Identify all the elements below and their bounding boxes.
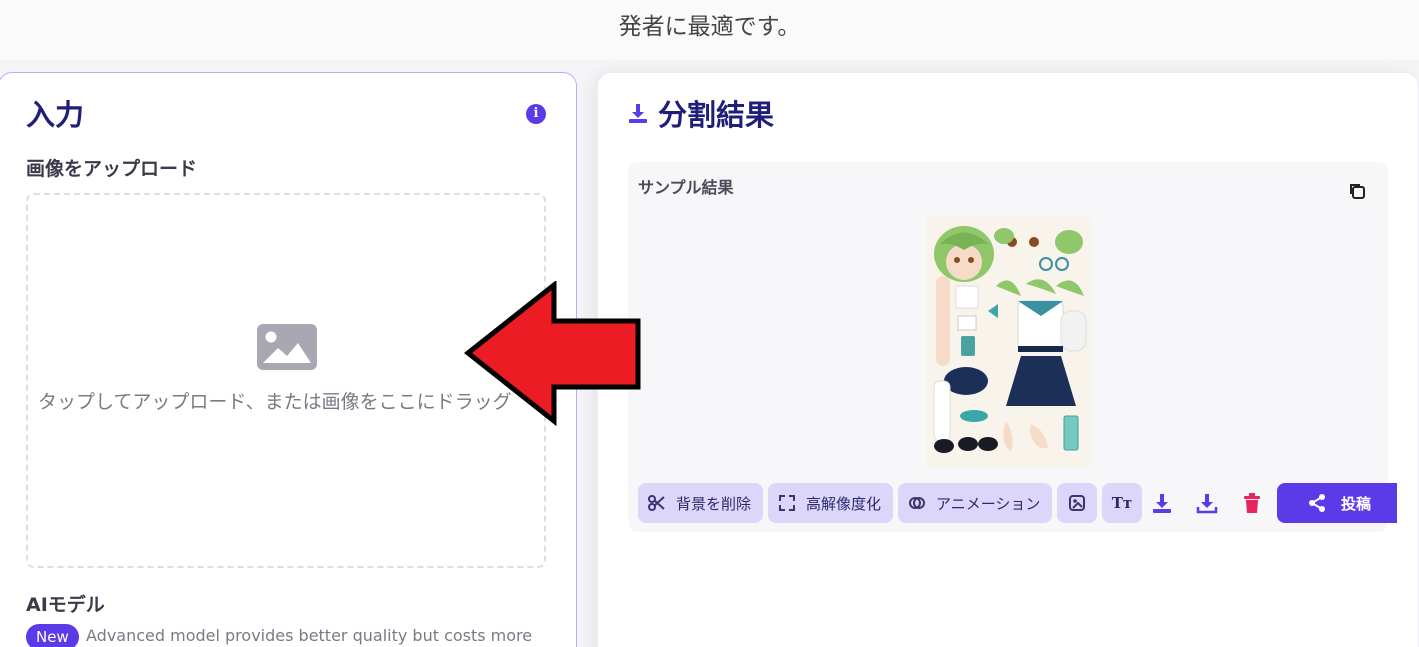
sample-result-card: サンプル結果 背景を削除 高解像度化 アニメーション Tт 投稿 <box>628 162 1397 532</box>
dropzone-text: タップしてアップロード、または画像をここにドラッグ <box>38 391 512 413</box>
sample-result-label: サンプル結果 <box>638 178 734 197</box>
download-icon <box>629 104 647 123</box>
download-layers-button[interactable] <box>1142 483 1182 523</box>
text-icon: Tт <box>1111 494 1133 512</box>
post-label: 投稿 <box>1341 494 1372 513</box>
input-panel-title: 入力 <box>26 98 85 132</box>
animation-label: アニメーション <box>936 494 1041 513</box>
download-icon <box>1196 494 1218 514</box>
result-panel-title: 分割結果 <box>658 98 775 132</box>
share-icon <box>1309 494 1325 512</box>
animation-button[interactable]: アニメーション <box>898 483 1052 523</box>
delete-button[interactable] <box>1232 483 1272 523</box>
link-icon <box>909 497 925 509</box>
download-icon <box>1153 494 1171 513</box>
post-button[interactable]: 投稿 <box>1277 483 1397 523</box>
remove-background-button[interactable]: 背景を削除 <box>638 483 763 523</box>
image-edit-button[interactable] <box>1057 483 1097 523</box>
image-icon <box>257 324 317 370</box>
text-button[interactable]: Tт <box>1102 483 1142 523</box>
remove-background-label: 背景を削除 <box>676 494 752 513</box>
model-description: Advanced model provides better quality b… <box>86 626 533 645</box>
download-button[interactable] <box>1187 483 1227 523</box>
expand-icon <box>779 495 795 511</box>
copy-icon[interactable] <box>1348 182 1366 200</box>
ai-model-label: AIモデル <box>26 594 105 616</box>
upload-label: 画像をアップロード <box>26 158 198 180</box>
scissors-icon <box>648 495 665 511</box>
upscale-label: 高解像度化 <box>806 494 882 513</box>
header-text: 発者に最適です。 <box>0 0 1419 60</box>
red-arrow-annotation <box>464 281 641 426</box>
image-edit-icon <box>1069 495 1085 511</box>
sample-result-image[interactable] <box>926 216 1091 468</box>
trash-icon <box>1244 493 1260 513</box>
result-toolbar: 背景を削除 高解像度化 アニメーション Tт 投稿 <box>638 483 1397 523</box>
info-icon[interactable]: i <box>526 104 546 124</box>
new-badge: New <box>26 624 79 647</box>
upscale-button[interactable]: 高解像度化 <box>768 483 893 523</box>
